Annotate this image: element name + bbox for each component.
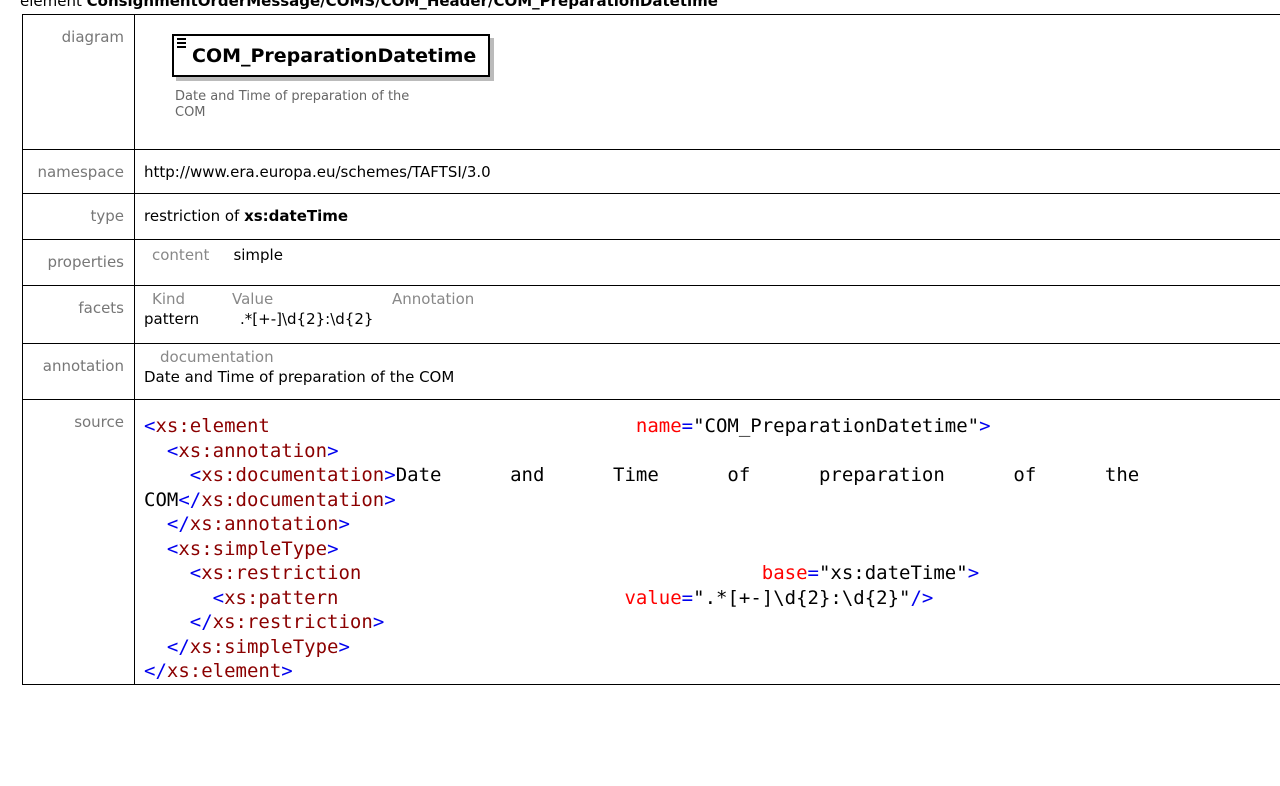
properties-key: content xyxy=(152,246,210,264)
properties-row: properties content simple xyxy=(22,239,1280,286)
facets-kind: pattern xyxy=(144,310,200,328)
facets-value: .*[+-]\d{2}:\d{2} xyxy=(240,310,374,328)
type-label: type xyxy=(90,207,124,225)
facets-data-row: pattern .*[+-]\d{2}:\d{2} xyxy=(144,308,1280,328)
properties-grid: content simple xyxy=(144,240,1280,264)
namespace-label: namespace xyxy=(37,163,124,181)
namespace-value: http://www.era.europa.eu/schemes/TAFTSI/… xyxy=(144,163,491,181)
facets-label: facets xyxy=(78,299,124,317)
annotation-key: documentation xyxy=(160,348,274,366)
facets-col-kind: Kind xyxy=(152,290,186,308)
page-title-prefix: element xyxy=(20,0,87,10)
element-diagram-box: COM_PreparationDatetime xyxy=(172,34,490,77)
diagram-label: diagram xyxy=(61,28,124,46)
page-title-path: ConsignmentOrderMessage/COMS/COM_Header/… xyxy=(86,0,718,10)
element-diagram-doc: Date and Time of preparation of the COM xyxy=(175,89,410,120)
annotation-row: annotation documentation Date and Time o… xyxy=(22,343,1280,400)
annotation-text: Date and Time of preparation of the COM xyxy=(144,368,455,386)
facets-col-value: Value xyxy=(232,290,274,308)
type-row: type restriction of xs:dateTime xyxy=(22,193,1280,240)
type-value: restriction of xs:dateTime xyxy=(144,207,349,225)
facets-row: facets Kind Value Annotation pattern .*[… xyxy=(22,285,1280,344)
namespace-row: namespace http://www.era.europa.eu/schem… xyxy=(22,149,1280,194)
facets-col-annotation: Annotation xyxy=(392,290,475,308)
page-title: element ConsignmentOrderMessage/COMS/COM… xyxy=(20,0,718,11)
documentation-icon xyxy=(177,38,186,48)
diagram-label-cell: diagram xyxy=(22,14,135,150)
source-label: source xyxy=(74,413,124,431)
source-row: source <xs:element name="COM_Preparation… xyxy=(22,399,1280,685)
element-diagram-title: COM_PreparationDatetime xyxy=(192,45,477,67)
type-base: xs:dateTime xyxy=(244,207,349,225)
properties-label: properties xyxy=(47,253,124,271)
facets-header: Kind Value Annotation xyxy=(144,286,1280,308)
annotation-label: annotation xyxy=(42,357,124,375)
properties-value: simple xyxy=(233,246,283,264)
source-code: <xs:element name="COM_PreparationDatetim… xyxy=(144,415,1140,682)
